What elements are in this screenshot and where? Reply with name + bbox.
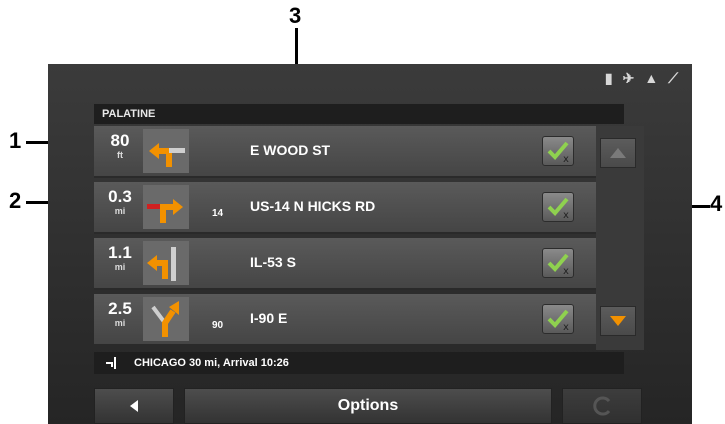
street-name: US-14 N HICKS RD xyxy=(250,198,376,214)
status-bar: ▮ ✈ ▲ ⟋ xyxy=(48,64,692,92)
svg-text:x: x xyxy=(563,266,569,277)
alert-icon: ▲ xyxy=(644,70,659,86)
avoid-toggle-button[interactable]: x xyxy=(542,136,574,166)
maneuver-distance: 0.3 mi xyxy=(108,187,132,217)
callout-4: 4 xyxy=(710,191,723,216)
check-icon: x xyxy=(547,197,569,221)
destination-flag-icon xyxy=(106,357,116,369)
svg-text:x: x xyxy=(563,154,569,165)
avoid-toggle-button[interactable]: x xyxy=(542,192,574,222)
route-number: 14 xyxy=(212,208,224,219)
nav-screen: ▮ ✈ ▲ ⟋ PALATINE 80 ft E WOOD ST x 0.3 m… xyxy=(48,64,692,424)
chevron-up-icon xyxy=(610,148,626,158)
satellite-icon: ✈ xyxy=(622,70,635,86)
scroll-down-button[interactable] xyxy=(600,306,636,336)
turn-left-icon xyxy=(143,241,189,285)
maneuver-row[interactable]: 0.3 mi 14 US-14 N HICKS RD x xyxy=(94,182,596,234)
maneuver-distance: 1.1 mi xyxy=(108,243,132,273)
svg-text:x: x xyxy=(563,210,569,221)
destination-info: CHICAGO 30 mi, Arrival 10:26 xyxy=(134,357,289,369)
scroll-up-button[interactable] xyxy=(600,138,636,168)
maneuver-distance: 80 ft xyxy=(110,131,130,161)
gps-icon: ⟋ xyxy=(668,70,678,86)
callout-2: 2 xyxy=(9,188,22,213)
street-name: IL-53 S xyxy=(250,254,296,270)
back-button[interactable] xyxy=(94,388,174,424)
destination-bar: CHICAGO 30 mi, Arrival 10:26 xyxy=(94,352,624,374)
turn-left-icon xyxy=(143,129,189,173)
refresh-icon xyxy=(593,396,611,416)
check-icon: x xyxy=(547,309,569,333)
scrollbar[interactable] xyxy=(596,126,644,350)
maneuver-distance: 2.5 mi xyxy=(108,299,132,329)
maneuver-row[interactable]: 2.5 mi 90 I-90 E x xyxy=(94,294,596,346)
maneuver-row[interactable]: 1.1 mi IL-53 S x xyxy=(94,238,596,290)
fork-right-icon xyxy=(143,297,189,341)
options-button[interactable]: Options xyxy=(184,388,552,424)
street-name: I-90 E xyxy=(250,310,288,326)
recalculate-button[interactable] xyxy=(562,388,642,424)
chevron-down-icon xyxy=(610,316,626,326)
check-icon: x xyxy=(547,141,569,165)
check-icon: x xyxy=(547,253,569,277)
current-city: PALATINE xyxy=(94,104,624,124)
callout-3: 3 xyxy=(289,3,302,28)
callout-1: 1 xyxy=(9,128,22,153)
maneuver-row[interactable]: 80 ft E WOOD ST x xyxy=(94,126,596,178)
avoid-toggle-button[interactable]: x xyxy=(542,304,574,334)
route-number: 90 xyxy=(212,320,224,331)
street-name: E WOOD ST xyxy=(250,142,331,158)
turn-right-icon xyxy=(143,185,189,229)
avoid-toggle-button[interactable]: x xyxy=(542,248,574,278)
chevron-left-icon xyxy=(130,400,138,412)
svg-text:x: x xyxy=(563,322,569,333)
signal-icon: ▮ xyxy=(604,70,613,86)
